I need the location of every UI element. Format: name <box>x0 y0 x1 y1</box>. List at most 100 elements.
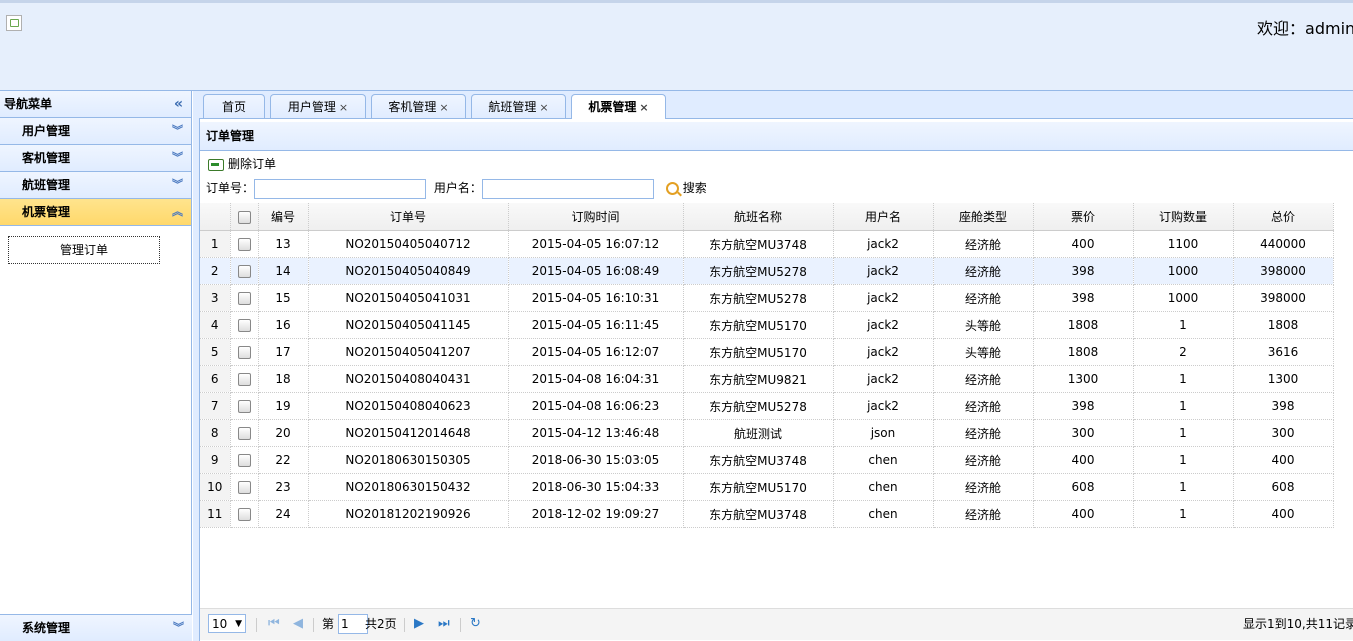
row-select-cell <box>230 473 259 501</box>
table-cell: 23 <box>258 473 309 501</box>
sidebar-item-label: 航班管理 <box>22 178 71 192</box>
table-cell: 15 <box>258 284 309 312</box>
table-cell: 2015-04-05 16:07:12 <box>508 230 684 258</box>
column-header[interactable]: 座舱类型 <box>933 203 1034 231</box>
tab-bar: 首页 用户管理 × 客机管理 × 航班管理 × 机票管理 × <box>199 91 1353 119</box>
column-header[interactable]: 航班名称 <box>683 203 834 231</box>
table-cell: NO20150408040431 <box>308 365 509 393</box>
last-page-icon[interactable]: ⏭ <box>438 609 450 639</box>
first-page-icon[interactable]: ⏮ <box>268 609 280 639</box>
column-header[interactable]: 订购时间 <box>508 203 684 231</box>
row-checkbox[interactable] <box>237 238 251 251</box>
panel-title: 订单管理 <box>200 122 1353 151</box>
row-checkbox[interactable] <box>237 265 251 278</box>
table-cell: 经济舱 <box>933 419 1034 447</box>
table-cell: 1000 <box>1133 284 1234 312</box>
sidebar-item-label: 用户管理 <box>22 124 71 138</box>
table-cell: 2018-12-02 19:09:27 <box>508 500 684 528</box>
close-icon[interactable]: × <box>639 101 648 114</box>
select-all-header <box>230 203 259 231</box>
table-cell: NO20180630150305 <box>308 446 509 474</box>
column-header[interactable]: 票价 <box>1033 203 1134 231</box>
table-cell: 2015-04-05 16:08:49 <box>508 257 684 285</box>
row-checkbox[interactable] <box>237 454 251 467</box>
table-row[interactable]: 6 18 NO20150408040431 2015-04-08 16:04:31 东方… <box>200 365 1334 393</box>
app-header: 欢迎：admin <box>0 3 1353 91</box>
row-checkbox[interactable] <box>237 508 251 521</box>
column-header[interactable]: 订单号 <box>308 203 509 231</box>
table-cell: 2015-04-12 13:46:48 <box>508 419 684 447</box>
table-row[interactable]: 7 19 NO20150408040623 2015-04-08 16:06:23 东方… <box>200 392 1334 420</box>
table-cell: NO20150405040712 <box>308 230 509 258</box>
column-header[interactable]: 订购数量 <box>1133 203 1234 231</box>
username-input[interactable] <box>481 178 654 199</box>
order-no-label: 订单号： <box>206 181 255 195</box>
table-row[interactable]: 1 13 NO20150405040712 2015-04-05 16:07:12 东方… <box>200 230 1334 258</box>
column-header[interactable]: 总价 <box>1233 203 1334 231</box>
manage-orders-button[interactable]: 管理订单 <box>8 236 160 264</box>
delete-order-button[interactable]: 删除订单 <box>208 157 276 171</box>
tab-home[interactable]: 首页 <box>203 94 265 118</box>
table-row[interactable]: 2 14 NO20150405040849 2015-04-05 16:08:49 东方… <box>200 257 1334 285</box>
next-page-icon[interactable]: ▶ <box>414 609 424 639</box>
tab-flight-management[interactable]: 航班管理 × <box>471 94 566 118</box>
row-checkbox[interactable] <box>237 292 251 305</box>
row-checkbox[interactable] <box>237 373 251 386</box>
table-row[interactable]: 4 16 NO20150405041145 2015-04-05 16:11:45 东方… <box>200 311 1334 339</box>
table-cell: NO20150412014648 <box>308 419 509 447</box>
page-size-select[interactable]: 10 ▼ <box>208 614 246 633</box>
table-cell: 400 <box>1233 500 1334 528</box>
sidebar-item-aircraft-management[interactable]: 客机管理 ︾ <box>0 145 191 172</box>
table-cell: 2015-04-08 16:04:31 <box>508 365 684 393</box>
collapse-left-icon[interactable]: « <box>174 91 183 117</box>
table-row[interactable]: 10 23 NO20180630150432 2018-06-30 15:04:33 东… <box>200 473 1334 501</box>
table-row[interactable]: 8 20 NO20150412014648 2015-04-12 13:46:48 航班… <box>200 419 1334 447</box>
table-cell: 1 <box>1133 419 1234 447</box>
column-header[interactable]: 编号 <box>258 203 309 231</box>
refresh-icon[interactable]: ↻ <box>470 609 481 639</box>
select-all-checkbox[interactable] <box>237 210 251 224</box>
prev-page-icon[interactable]: ◀ <box>293 609 303 639</box>
sidebar-item-system-management[interactable]: 系统管理 ︾ <box>0 614 192 641</box>
table-cell: 东方航空MU5170 <box>683 338 834 366</box>
sidebar-item-flight-management[interactable]: 航班管理 ︾ <box>0 172 191 199</box>
row-number: 2 <box>200 257 231 285</box>
username-label: 用户名： <box>433 181 482 195</box>
row-checkbox[interactable] <box>237 400 251 413</box>
table-row[interactable]: 3 15 NO20150405041031 2015-04-05 16:10:31 东方… <box>200 284 1334 312</box>
table-cell: 1 <box>1133 365 1234 393</box>
table-cell: NO20150405041145 <box>308 311 509 339</box>
table-row[interactable]: 11 24 NO20181202190926 2018-12-02 19:09:27 东… <box>200 500 1334 528</box>
table-row[interactable]: 9 22 NO20180630150305 2018-06-30 15:03:05 东方… <box>200 446 1334 474</box>
sidebar-item-user-management[interactable]: 用户管理 ︾ <box>0 118 191 145</box>
table-cell: 经济舱 <box>933 230 1034 258</box>
sidebar-item-ticket-management[interactable]: 机票管理 ︽ <box>0 199 191 226</box>
table-cell: 东方航空MU5278 <box>683 284 834 312</box>
row-checkbox[interactable] <box>237 427 251 440</box>
row-checkbox[interactable] <box>237 319 251 332</box>
row-checkbox[interactable] <box>237 346 251 359</box>
page-number-input[interactable] <box>338 614 368 634</box>
table-cell: 400 <box>1033 446 1134 474</box>
tab-ticket-management[interactable]: 机票管理 × <box>571 94 666 119</box>
table-cell: 1808 <box>1033 338 1134 366</box>
close-icon[interactable]: × <box>339 101 348 114</box>
table-cell: chen <box>833 500 934 528</box>
table-cell: 400 <box>1033 230 1134 258</box>
tab-aircraft-management[interactable]: 客机管理 × <box>371 94 466 118</box>
chevron-up-icon: ︽ <box>172 205 183 218</box>
tab-user-management[interactable]: 用户管理 × <box>270 94 366 118</box>
close-icon[interactable]: × <box>439 101 448 114</box>
order-no-input[interactable] <box>254 178 427 199</box>
row-number: 4 <box>200 311 231 339</box>
search-button[interactable]: 搜索 <box>665 181 707 195</box>
tab-label: 用户管理 <box>287 100 336 114</box>
table-cell: json <box>833 419 934 447</box>
close-icon[interactable]: × <box>539 101 548 114</box>
row-checkbox[interactable] <box>237 481 251 494</box>
chevron-down-icon: ︾ <box>172 124 183 137</box>
table-cell: 1 <box>1133 311 1234 339</box>
table-row[interactable]: 5 17 NO20150405041207 2015-04-05 16:12:07 东方… <box>200 338 1334 366</box>
table-cell: 14 <box>258 257 309 285</box>
column-header[interactable]: 用户名 <box>833 203 934 231</box>
